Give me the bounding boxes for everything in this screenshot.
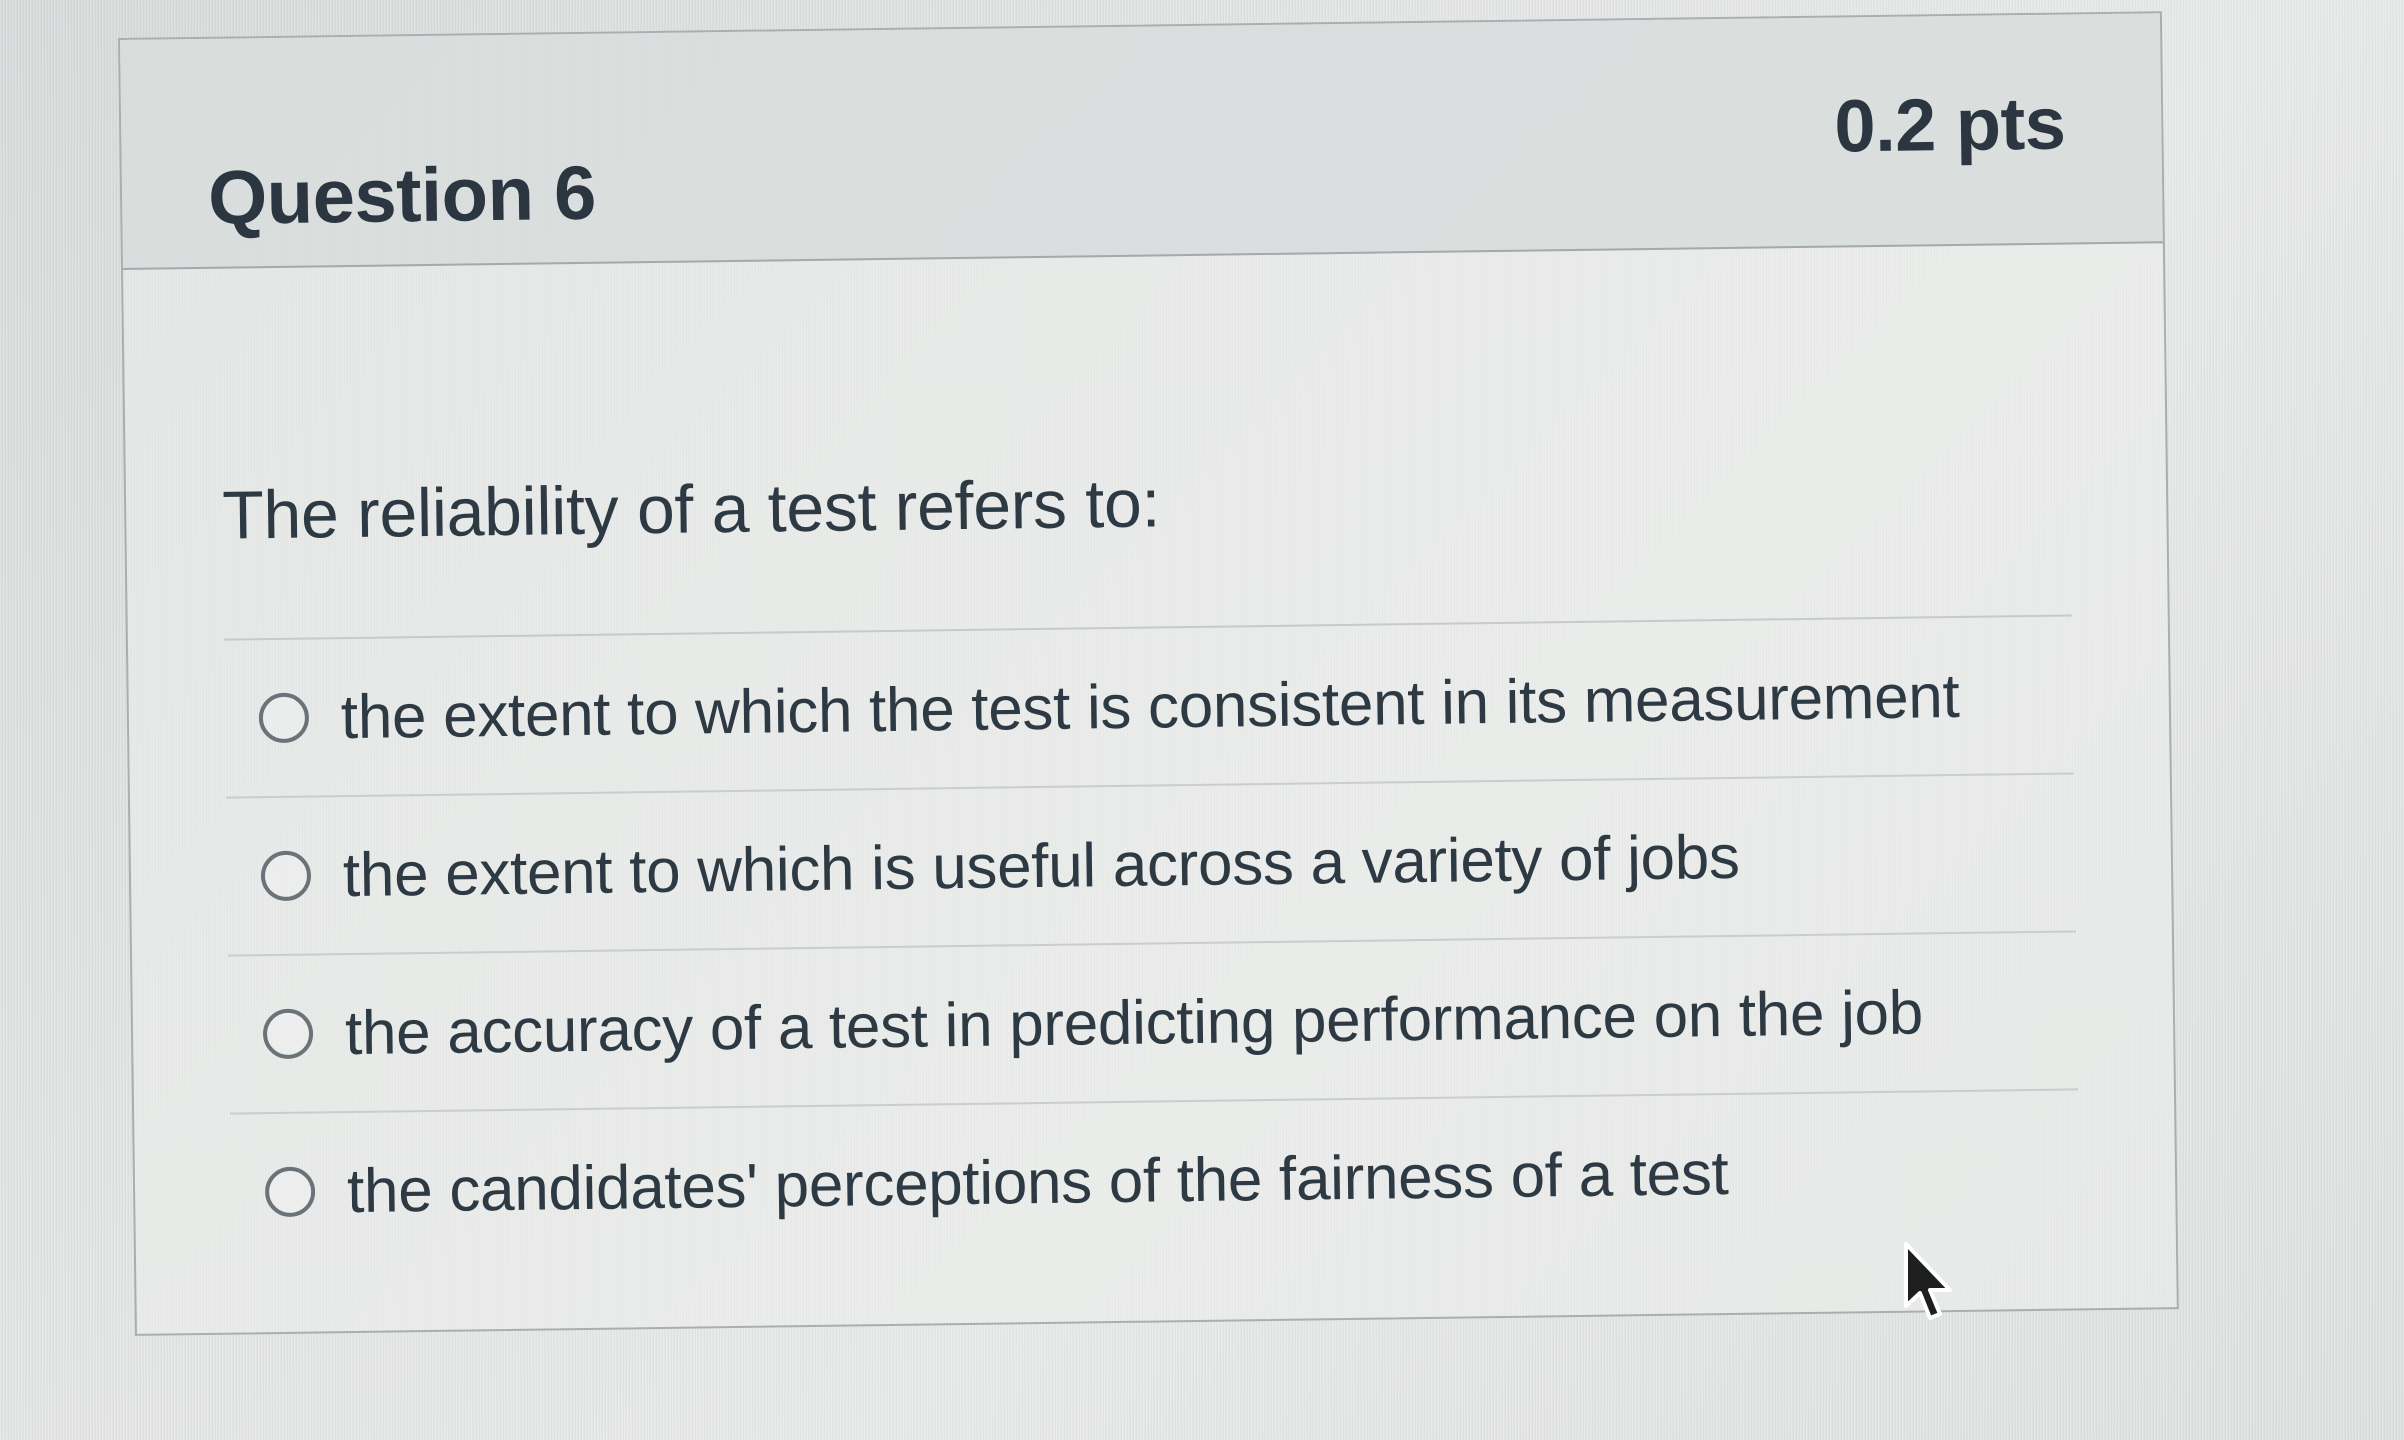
answer-option[interactable]: the candidates' perceptions of the fairn… [230,1090,2080,1270]
answer-option[interactable]: the extent to which is useful across a v… [225,774,2076,957]
answer-list: the extent to which the test is consiste… [223,616,2080,1270]
radio-unselected-icon[interactable] [260,850,312,902]
answer-label[interactable]: the extent to which the test is consiste… [340,660,1959,752]
radio-unselected-icon[interactable] [262,1008,314,1060]
question-text: The reliability of a test refers to: [221,465,1161,554]
answer-option[interactable]: the extent to which the test is consiste… [223,616,2074,799]
mouse-pointer-icon [1904,1242,1952,1320]
answer-label[interactable]: the candidates' perceptions of the fairn… [347,1138,1729,1227]
question-header: Question 6 0.2 pts [120,13,2163,270]
question-body: The reliability of a test refers to: the… [123,243,2177,1334]
question-title: Question 6 [207,150,597,241]
radio-unselected-icon[interactable] [264,1166,316,1218]
radio-unselected-icon[interactable] [258,692,310,744]
answer-label[interactable]: the accuracy of a test in predicting per… [345,977,1924,1069]
question-card: Question 6 0.2 pts The reliability of a … [118,11,2179,1336]
answer-label[interactable]: the extent to which is useful across a v… [343,821,1741,910]
answer-option[interactable]: the accuracy of a test in predicting per… [228,932,2078,1115]
question-points: 0.2 pts [1833,81,2066,168]
